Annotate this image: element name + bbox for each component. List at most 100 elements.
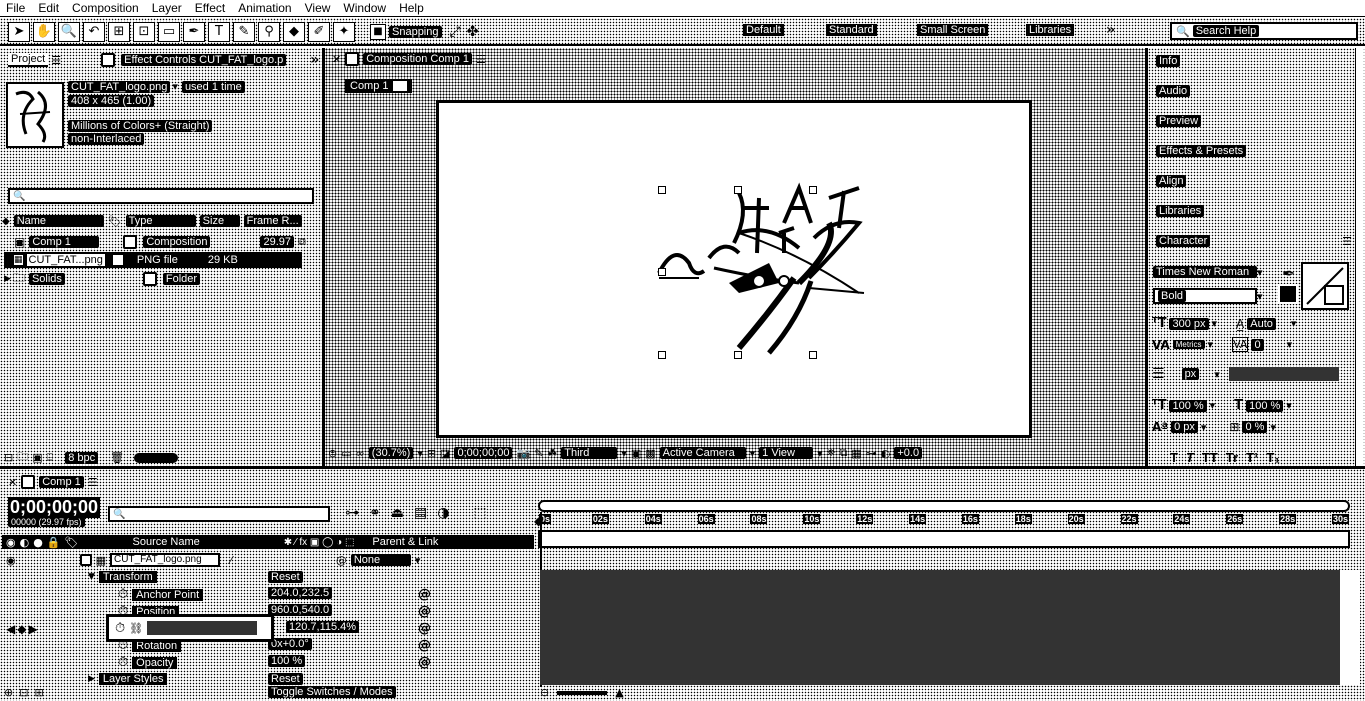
composition-tab[interactable]: Composition Comp 1: [363, 53, 472, 65]
expression-pickwhip-icon[interactable]: @: [418, 655, 431, 670]
rotate-tool-icon[interactable]: ↶: [83, 22, 105, 42]
font-family-select[interactable]: Times New Roman ▾: [1153, 264, 1271, 280]
baseline-value[interactable]: 0 px: [1171, 421, 1198, 433]
label-color-icon[interactable]: [110, 253, 125, 267]
color-icon[interactable]: ☘: [547, 447, 557, 460]
project-tab[interactable]: Project: [8, 53, 49, 67]
lock-icon[interactable]: [345, 52, 360, 66]
comp-sub-tab[interactable]: Comp 1: [345, 79, 412, 93]
dropdown-icon[interactable]: ▾: [1286, 399, 1292, 412]
zoom-tool-icon[interactable]: 🔍: [58, 22, 80, 42]
panel-character[interactable]: Character ☰: [1150, 230, 1352, 252]
snapping-checkbox-icon[interactable]: ■: [370, 24, 386, 40]
panel-menu-icon[interactable]: ☰: [88, 476, 98, 489]
panel-menu-icon[interactable]: ☰: [476, 53, 486, 66]
panel-preview[interactable]: Preview: [1150, 110, 1350, 132]
property-value[interactable]: 204.0,232.5: [268, 587, 333, 599]
project-search-input[interactable]: 🔍: [8, 188, 314, 204]
adjust-icon[interactable]: ⌸: [47, 451, 54, 465]
brush-tool-icon[interactable]: ✎: [233, 22, 255, 42]
rectangle-tool-icon[interactable]: ▭: [158, 22, 180, 42]
panel-expand-icon[interactable]: »: [310, 52, 319, 68]
work-area-bar[interactable]: [538, 500, 1350, 512]
shy-icon[interactable]: ⏏: [391, 505, 404, 521]
faux-bold-button[interactable]: T: [1170, 450, 1178, 465]
disclosure-right-icon[interactable]: ▶: [88, 674, 95, 684]
layer-name[interactable]: CUT_FAT_logo.png: [110, 553, 221, 567]
trash-icon[interactable]: 🗑: [110, 451, 124, 464]
scale-property-highlight[interactable]: ⏱ ⛓: [106, 614, 274, 642]
mask-icon[interactable]: ◪: [440, 447, 450, 460]
interpret-footage-icon[interactable]: ⊟: [4, 451, 13, 464]
effect-controls-tab[interactable]: Effect Controls CUT_FAT_logo.p: [121, 54, 287, 66]
menu-window[interactable]: Window: [343, 1, 386, 15]
current-time[interactable]: 0;00;00;00: [454, 447, 513, 459]
transform-handle[interactable]: [809, 351, 817, 359]
dropdown-icon[interactable]: ▾: [1270, 421, 1276, 434]
stroke-style-select[interactable]: [1228, 367, 1339, 381]
visibility-toggle-icon[interactable]: ◉: [6, 554, 16, 567]
dropdown-icon[interactable]: ▾: [750, 447, 756, 460]
menu-layer[interactable]: Layer: [152, 1, 182, 15]
menu-view[interactable]: View: [305, 1, 331, 15]
workspace-default[interactable]: Default: [743, 24, 784, 36]
constrain-proportions-icon[interactable]: ⛓: [129, 622, 143, 635]
project-item-png[interactable]: ▦ CUT_FAT...png PNG file 29 KB: [4, 252, 302, 268]
region-of-interest-icon[interactable]: ▣: [631, 447, 641, 460]
panel-menu-icon[interactable]: ☰: [1342, 235, 1352, 248]
transform-handle[interactable]: [734, 186, 742, 194]
snapping-label[interactable]: Snapping: [389, 26, 442, 38]
dropdown-icon[interactable]: ▾: [1287, 338, 1293, 351]
timeline-icon[interactable]: ▦: [851, 447, 861, 460]
search-help-field[interactable]: 🔍 Search Help: [1170, 22, 1358, 40]
workspace-libraries[interactable]: Libraries: [1026, 24, 1075, 36]
toggle-switches-modes[interactable]: Toggle Switches / Modes: [268, 686, 396, 698]
expression-pickwhip-icon[interactable]: @: [418, 621, 431, 636]
transform-handle[interactable]: [658, 351, 666, 359]
playhead-handle-icon[interactable]: ◆: [534, 514, 543, 528]
panel-libraries[interactable]: Libraries: [1150, 200, 1350, 222]
pen-tool-icon[interactable]: ✒: [183, 22, 205, 42]
expand-icon[interactable]: ⊞: [34, 686, 43, 699]
zoom-in-icon[interactable]: ▲: [615, 686, 623, 699]
layer-duration-bar[interactable]: [540, 570, 1340, 685]
stopwatch-icon[interactable]: ⏱: [118, 655, 128, 670]
add-keyframe-icon[interactable]: ◆: [17, 622, 26, 636]
clone-stamp-tool-icon[interactable]: ⚲: [258, 22, 280, 42]
vertical-scale-value[interactable]: 100 %: [1169, 399, 1207, 412]
all-caps-button[interactable]: TT: [1202, 450, 1218, 465]
camera-view[interactable]: Active Camera: [659, 447, 746, 459]
layer-styles-group[interactable]: ▶ Layer Styles: [88, 673, 168, 685]
col-name[interactable]: Name: [13, 215, 104, 227]
bit-depth[interactable]: 8 bpc: [65, 451, 99, 464]
timeline-search-input[interactable]: 🔍: [108, 506, 330, 522]
roto-brush-tool-icon[interactable]: ✐: [308, 22, 330, 42]
subscript-button[interactable]: T₁: [1266, 450, 1279, 465]
graph-editor-icon[interactable]: ⬚: [473, 505, 486, 521]
close-tab-icon[interactable]: ✕: [332, 53, 341, 66]
property-value[interactable]: 960.0,540.0: [268, 604, 333, 616]
pan-behind-tool-icon[interactable]: ⊡: [133, 22, 155, 42]
new-folder-icon[interactable]: 🗀: [17, 448, 28, 467]
property-value[interactable]: 0x+0.0°: [268, 638, 312, 650]
time-navigator[interactable]: [538, 530, 1350, 548]
font-size-value[interactable]: 300 px: [1169, 317, 1209, 330]
col-type[interactable]: Type: [125, 215, 196, 227]
dropdown-icon[interactable]: ▾: [1208, 338, 1214, 351]
panel-align[interactable]: Align: [1150, 170, 1350, 192]
transform-group[interactable]: ▼ Transform: [88, 571, 157, 583]
menu-composition[interactable]: Composition: [72, 1, 139, 15]
snap-options-icon[interactable]: ⤢: [450, 24, 461, 40]
layer-row[interactable]: ◉ ▦ CUT_FAT_logo.png ⁄ @ None ▾: [2, 552, 534, 568]
display-icon[interactable]: ▭: [341, 447, 351, 460]
panel-audio[interactable]: Audio: [1150, 80, 1350, 102]
flowchart-icon[interactable]: ⊶: [866, 447, 877, 460]
render-time-icon[interactable]: ⊕: [4, 686, 13, 699]
panel-menu-icon[interactable]: ☰: [51, 54, 61, 67]
horizontal-scale-value[interactable]: 100 %: [1246, 399, 1284, 412]
zoom-level[interactable]: (30.7%): [368, 447, 414, 459]
timeline-timecode[interactable]: 0;00;00;00: [8, 497, 101, 518]
grid-icon[interactable]: ⊞: [427, 447, 436, 460]
resolution[interactable]: Third: [561, 447, 618, 459]
camera-tool-icon[interactable]: ⊞: [108, 22, 130, 42]
